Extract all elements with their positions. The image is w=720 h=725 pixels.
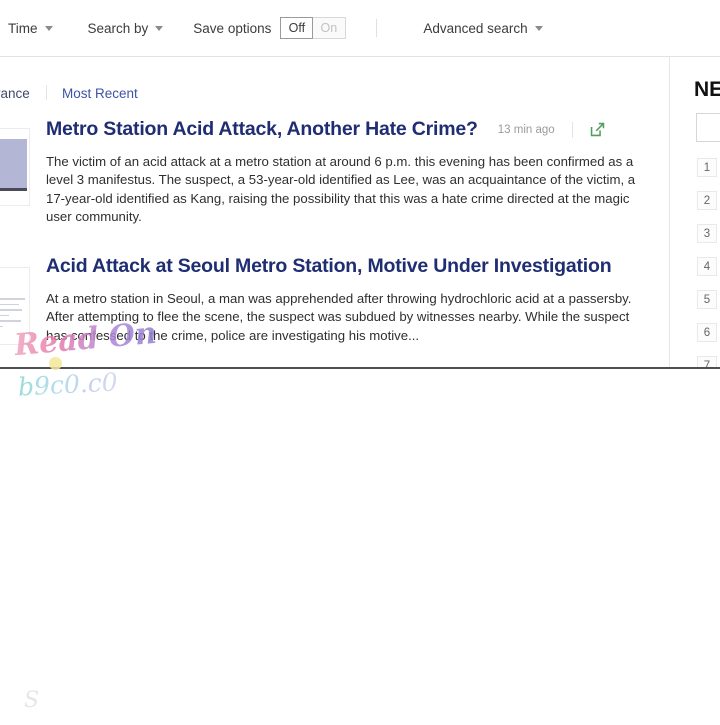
thumbnail-image: [0, 139, 27, 191]
time-filter-label: Time: [8, 21, 38, 36]
pagination-item-6[interactable]: 6: [697, 323, 717, 342]
chevron-down-icon: [155, 26, 163, 31]
save-options-label: Save options: [193, 21, 271, 36]
pagination-item-3[interactable]: 3: [697, 224, 717, 243]
right-panel-search-input[interactable]: [696, 113, 720, 142]
content-bottom-divider: [0, 367, 720, 369]
article-headline-link[interactable]: Acid Attack at Seoul Metro Station, Moti…: [46, 255, 611, 278]
top-toolbar: Time Search by Save options Off On Advan…: [0, 0, 720, 57]
search-results-list: Metro Station Acid Attack, Another Hate …: [0, 110, 670, 367]
toolbar-divider: [376, 19, 377, 37]
search-by-dropdown[interactable]: Search by: [88, 21, 164, 36]
pagination-item-4[interactable]: 4: [697, 257, 717, 276]
article-summary: At a metro station in Seoul, a man was a…: [46, 290, 646, 345]
corner-watermark: S: [24, 688, 39, 713]
save-options-toggle[interactable]: Off On: [280, 17, 346, 39]
article-timestamp: 13 min ago: [498, 124, 555, 136]
advanced-search-label: Advanced search: [423, 21, 527, 36]
sort-tab-divider: [46, 85, 47, 100]
save-options-control: Save options Off On: [193, 17, 346, 39]
chevron-down-icon: [45, 26, 53, 31]
time-filter-dropdown[interactable]: Time: [8, 21, 53, 36]
meta-divider: [572, 122, 573, 138]
pagination-item-7[interactable]: 7: [697, 356, 717, 367]
article-header: Acid Attack at Seoul Metro Station, Moti…: [46, 255, 656, 278]
article-thumbnail[interactable]: [0, 267, 30, 345]
save-options-off-button[interactable]: Off: [280, 17, 313, 39]
save-options-on-button[interactable]: On: [312, 18, 345, 38]
external-link-icon[interactable]: [589, 121, 606, 138]
article-thumbnail[interactable]: [0, 128, 30, 206]
pagination-item-5[interactable]: 5: [697, 290, 717, 309]
right-side-panel: NE 1 2 3 4 5 6 7: [670, 57, 720, 367]
article-header: Metro Station Acid Attack, Another Hate …: [46, 118, 656, 141]
right-panel-title: NE: [694, 78, 720, 102]
domain-watermark: b9c0.c0: [17, 367, 118, 401]
thumbnail-text-preview: [0, 298, 25, 331]
tab-most-recent[interactable]: Most Recent: [62, 86, 138, 101]
chevron-down-icon: [535, 26, 543, 31]
pagination-item-1[interactable]: 1: [697, 158, 717, 177]
pagination-item-2[interactable]: 2: [697, 191, 717, 210]
advanced-search-dropdown[interactable]: Advanced search: [423, 21, 542, 36]
article-headline-link[interactable]: Metro Station Acid Attack, Another Hate …: [46, 118, 478, 141]
search-by-label: Search by: [88, 21, 149, 36]
tab-relevance[interactable]: Relevance: [0, 86, 30, 101]
article-summary: The victim of an acid attack at a metro …: [46, 153, 646, 227]
